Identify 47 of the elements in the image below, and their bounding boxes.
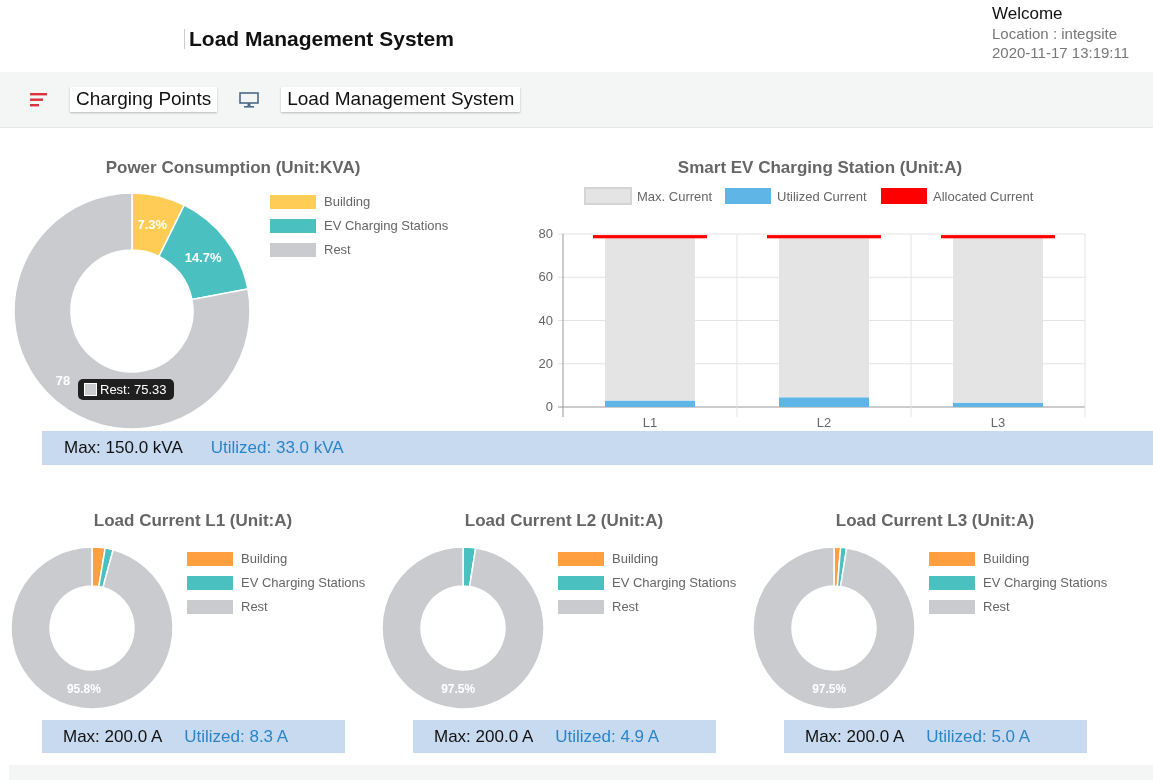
nav-button[interactable]: Load Management System	[281, 87, 521, 112]
axis-tick-label: 80	[538, 226, 553, 241]
datetime-text: 2020-11-17 13:19:11	[992, 43, 1131, 62]
legend-label: Building	[241, 551, 288, 566]
max-value: Max: 200.0 A	[63, 726, 163, 747]
monitor-icon[interactable]	[239, 91, 260, 108]
axis-tick-label: 20	[538, 355, 553, 371]
utilized-value: Utilized: 4.9 A	[555, 726, 660, 747]
chart-title: Load Current L2 (Unit:A)	[463, 511, 665, 532]
axis-category-label: L1	[642, 415, 658, 430]
legend-label: Rest	[612, 599, 639, 614]
legend-label: Rest	[324, 242, 351, 257]
axis-tick-label: 60	[538, 269, 553, 285]
legend-label: EV Charging Stations	[241, 575, 366, 590]
legend-label: Max. Current	[637, 189, 713, 204]
legend-label: EV Charging Stations	[983, 575, 1108, 590]
utilized-value: Utilized: 33.0 kVA	[210, 438, 344, 458]
welcome-text: Welcome	[992, 4, 1064, 24]
chart-title: Smart EV Charging Station (Unit:A)	[676, 158, 964, 179]
max-value: Max: 200.0 A	[805, 726, 905, 747]
location-text: Location : integsite	[992, 24, 1119, 43]
tooltip-text: Rest: 75.33	[100, 382, 167, 397]
axis-tick-label: 40	[538, 312, 553, 328]
legend-label: Rest	[983, 599, 1010, 614]
legend-label: Utilized Current	[777, 189, 867, 204]
legend-label: Building	[324, 194, 371, 209]
slice-label: 7.3%	[137, 216, 168, 232]
legend-label: Allocated Current	[933, 189, 1034, 204]
utilized-value: Utilized: 5.0 A	[926, 726, 1031, 747]
menu-icon[interactable]	[30, 92, 48, 107]
max-value: Max: 200.0 A	[434, 726, 534, 747]
axis-category-label: L2	[816, 415, 832, 430]
utilized-value: Utilized: 8.3 A	[184, 726, 289, 747]
slice-label: 14.7%	[184, 249, 222, 265]
legend-label: Building	[612, 551, 659, 566]
axis-tick-label: 0	[545, 399, 553, 414]
legend-label: EV Charging Stations	[324, 218, 449, 233]
chart-title: Load Current L3 (Unit:A)	[834, 511, 1036, 532]
max-value: Max: 150.0 kVA	[64, 438, 183, 458]
app-title: Load Management System	[189, 27, 454, 51]
chart-title: Power Consumption (Unit:KVA)	[104, 158, 362, 179]
nav-button[interactable]: Charging Points	[70, 87, 218, 112]
legend-label: Rest	[241, 599, 268, 614]
legend-label: EV Charging Stations	[612, 575, 737, 590]
legend-label: Building	[983, 551, 1030, 566]
chart-title: Load Current L1 (Unit:A)	[92, 511, 294, 532]
axis-category-label: L3	[990, 415, 1006, 430]
